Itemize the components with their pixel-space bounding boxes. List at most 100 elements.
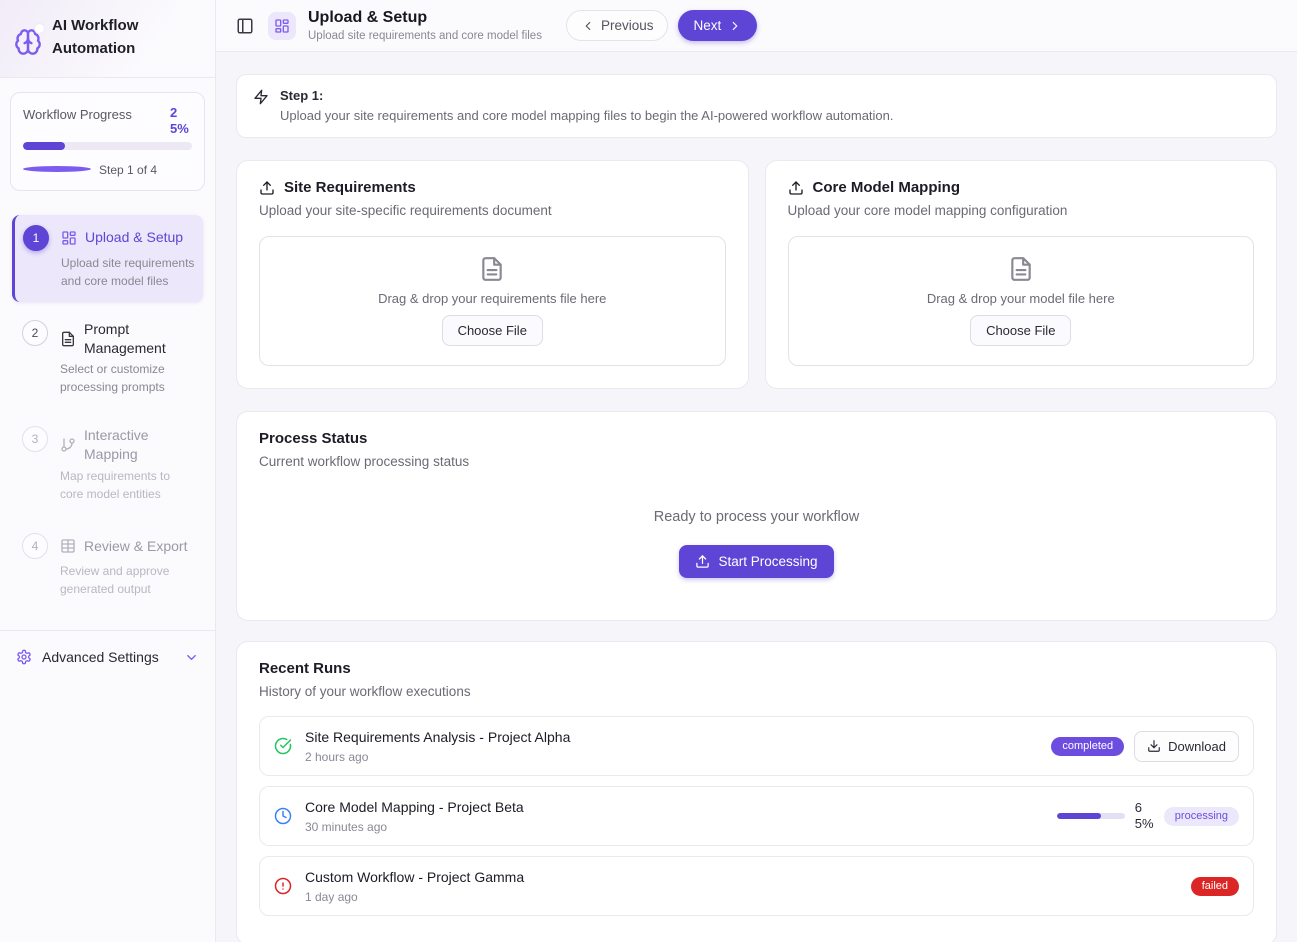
chevron-down-icon: [184, 650, 199, 665]
start-processing-label: Start Processing: [718, 554, 817, 569]
next-button[interactable]: Next: [678, 10, 757, 41]
workflow-progress-card: Workflow Progress 25% Step 1 of 4: [10, 92, 205, 191]
progress-step-text: Step 1 of 4: [99, 162, 167, 179]
download-button-label: Download: [1168, 739, 1226, 754]
sidebar-item-interactive-mapping[interactable]: 3 Interactive Mapping Map requirements t…: [12, 416, 203, 515]
page-subtitle: Upload site requirements and core model …: [308, 30, 542, 42]
file-text-icon: [1008, 256, 1034, 282]
run-name: Core Model Mapping - Project Beta: [305, 799, 524, 815]
recent-runs-title: Recent Runs: [259, 660, 1254, 677]
step-number: 1: [23, 225, 49, 251]
check-circle-icon: [274, 737, 292, 755]
download-button[interactable]: Download: [1134, 731, 1239, 762]
run-row-completed: Site Requirements Analysis - Project Alp…: [259, 716, 1254, 776]
step-number: 2: [22, 320, 48, 346]
chevron-right-icon: [728, 19, 742, 33]
step-description: Select or customize processing prompts: [60, 360, 195, 396]
progress-percent: 25%: [170, 105, 192, 139]
requirements-dropzone[interactable]: Drag & drop your requirements file here …: [259, 236, 726, 366]
git-branch-icon: [60, 437, 76, 453]
next-button-label: Next: [693, 18, 721, 33]
brand-badge-dot: [35, 24, 44, 33]
brain-icon: [14, 28, 42, 56]
run-progress-bar-fill: [1057, 813, 1101, 819]
sidebar-item-upload-setup[interactable]: 1 Upload & Setup Upload site requirement…: [12, 215, 203, 302]
process-status-subtitle: Current workflow processing status: [259, 454, 1254, 469]
table-icon: [60, 538, 76, 554]
step-description: Review and approve generated output: [60, 562, 195, 598]
advanced-settings-label: Advanced Settings: [42, 649, 174, 665]
start-processing-button[interactable]: Start Processing: [679, 545, 833, 578]
panel-left-icon[interactable]: [236, 17, 254, 35]
sidebar: AI Workflow Automation Workflow Progress…: [0, 0, 216, 942]
file-text-icon: [479, 256, 505, 282]
model-dropzone[interactable]: Drag & drop your model file here Choose …: [788, 236, 1255, 366]
run-progress-percent: 65%: [1135, 800, 1154, 833]
drop-hint-text: Drag & drop your model file here: [927, 291, 1115, 306]
sidebar-item-review-export[interactable]: 4 Review & Export Review and approve gen…: [12, 523, 203, 610]
upload-icon: [695, 554, 710, 569]
card-subtitle: Upload your site-specific requirements d…: [259, 203, 726, 218]
run-row-failed: Custom Workflow - Project Gamma 1 day ag…: [259, 856, 1254, 916]
run-time: 2 hours ago: [305, 750, 570, 764]
status-badge: completed: [1051, 737, 1124, 756]
previous-button-label: Previous: [601, 18, 654, 33]
recent-runs-subtitle: History of your workflow executions: [259, 684, 1254, 699]
run-name: Custom Workflow - Project Gamma: [305, 869, 524, 885]
main-content: Step 1: Upload your site requirements an…: [216, 52, 1297, 942]
run-row-processing: Core Model Mapping - Project Beta 30 min…: [259, 786, 1254, 846]
card-title: Site Requirements: [284, 179, 416, 196]
progress-bar-fill: [23, 142, 65, 150]
progress-label: Workflow Progress: [23, 105, 132, 139]
drop-hint-text: Drag & drop your requirements file here: [378, 291, 606, 306]
page-title: Upload & Setup: [308, 9, 542, 27]
banner-step-title: Step 1:: [280, 88, 894, 103]
step-label: Review & Export: [84, 537, 187, 556]
process-status-title: Process Status: [259, 430, 1254, 447]
site-requirements-card: Site Requirements Upload your site-speci…: [236, 160, 749, 389]
step-label: Interactive Mapping: [84, 426, 195, 464]
layout-dashboard-icon: [61, 230, 77, 246]
status-badge: processing: [1164, 807, 1239, 826]
alert-circle-icon: [274, 877, 292, 895]
process-status-card: Process Status Current workflow processi…: [236, 411, 1277, 621]
download-icon: [1147, 739, 1161, 753]
previous-button[interactable]: Previous: [566, 10, 669, 41]
progress-bar: [23, 142, 192, 150]
step-nav: 1 Upload & Setup Upload site requirement…: [0, 201, 215, 619]
chevron-left-icon: [581, 19, 595, 33]
step-description: Map requirements to core model entities: [60, 467, 195, 503]
page-icon-layout-dashboard-icon: [268, 12, 296, 40]
choose-file-button[interactable]: Choose File: [442, 315, 543, 346]
recent-runs-card: Recent Runs History of your workflow exe…: [236, 641, 1277, 942]
run-time: 30 minutes ago: [305, 820, 524, 834]
step-number: 3: [22, 426, 48, 452]
step-number: 4: [22, 533, 48, 559]
status-badge: failed: [1191, 877, 1239, 896]
step-description: Upload site requirements and core model …: [61, 254, 195, 290]
advanced-settings-toggle[interactable]: Advanced Settings: [0, 631, 215, 683]
clock-icon: [274, 807, 292, 825]
upload-icon: [788, 180, 804, 196]
brand-header: AI Workflow Automation: [0, 0, 215, 78]
card-subtitle: Upload your core model mapping configura…: [788, 203, 1255, 218]
run-progress-bar: [1057, 813, 1125, 819]
ready-status-text: Ready to process your workflow: [259, 509, 1254, 525]
zap-icon: [253, 89, 269, 123]
app-title: AI Workflow Automation: [52, 14, 164, 61]
file-text-icon: [60, 331, 76, 347]
sidebar-item-prompt-management[interactable]: 2 Prompt Management Select or customize …: [12, 310, 203, 409]
core-model-mapping-card: Core Model Mapping Upload your core mode…: [765, 160, 1278, 389]
step-info-banner: Step 1: Upload your site requirements an…: [236, 74, 1277, 138]
choose-file-button[interactable]: Choose File: [970, 315, 1071, 346]
step-label: Prompt Management: [84, 320, 195, 358]
gear-icon: [16, 649, 32, 665]
card-title: Core Model Mapping: [813, 179, 961, 196]
step-dot: [23, 166, 91, 172]
run-name: Site Requirements Analysis - Project Alp…: [305, 729, 570, 745]
page-header: Upload & Setup Upload site requirements …: [216, 0, 1297, 52]
upload-icon: [259, 180, 275, 196]
run-time: 1 day ago: [305, 890, 524, 904]
banner-step-description: Upload your site requirements and core m…: [280, 108, 894, 123]
step-label: Upload & Setup: [85, 228, 183, 247]
